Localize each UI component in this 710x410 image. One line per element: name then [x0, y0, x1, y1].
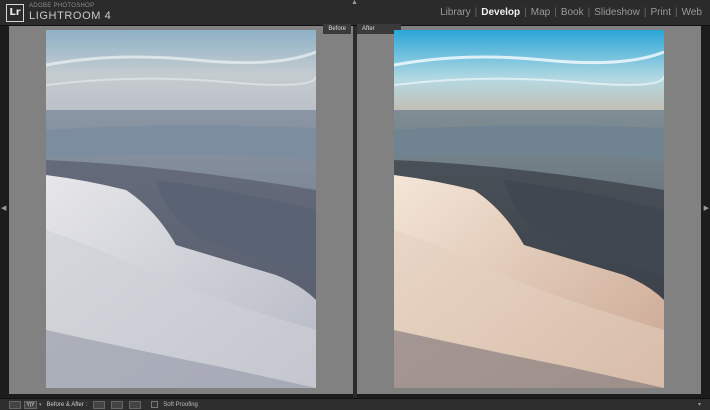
module-map[interactable]: Map — [527, 7, 554, 18]
swap-before-after-button[interactable] — [129, 400, 142, 409]
after-pane[interactable]: After — [357, 24, 701, 394]
module-picker: Library | Develop | Map | Book | Slidesh… — [436, 7, 706, 18]
top-panel-toggle-icon[interactable]: ▲ — [351, 0, 358, 6]
toolbar-menu-icon[interactable]: ▾ — [698, 401, 701, 408]
module-develop[interactable]: Develop — [477, 7, 524, 18]
soft-proofing-checkbox[interactable] — [151, 401, 159, 408]
soft-proofing-label: Soft Proofing — [163, 401, 198, 408]
copy-after-to-before-button[interactable] — [111, 400, 124, 409]
view-mode-label: Before & After : — [46, 401, 88, 408]
lightroom-logo: Lr — [6, 4, 24, 22]
bottom-toolbar: Y|Y ▾ Before & After : Soft Proofing ▾ — [0, 398, 710, 410]
before-pane[interactable]: Before — [9, 24, 353, 394]
module-web[interactable]: Web — [678, 7, 706, 18]
aerial-photo-after-image — [394, 30, 664, 388]
module-print[interactable]: Print — [646, 7, 675, 18]
module-library[interactable]: Library — [436, 7, 475, 18]
loupe-view-button[interactable] — [9, 400, 21, 409]
before-after-view-button[interactable]: Y|Y — [24, 400, 37, 409]
brand-subtitle: ADOBE PHOTOSHOP — [29, 3, 95, 9]
copy-before-to-after-button[interactable] — [93, 400, 106, 409]
brand-title: LIGHTROOM 4 — [29, 10, 112, 22]
right-panel-toggle-icon[interactable]: ▶ — [704, 204, 709, 212]
module-slideshow[interactable]: Slideshow — [590, 7, 644, 18]
left-panel-toggle-icon[interactable]: ◀ — [1, 204, 6, 212]
before-label: Before — [323, 24, 351, 34]
before-photo[interactable] — [46, 30, 316, 388]
aerial-photo-before-image — [46, 30, 316, 388]
before-after-view: ◀ ▶ Before After — [0, 24, 710, 398]
after-photo[interactable] — [394, 30, 664, 388]
module-book[interactable]: Book — [557, 7, 588, 18]
identity-plate: Lr ADOBE PHOTOSHOP LIGHTROOM 4 ▲ Library… — [0, 0, 710, 26]
view-mode-dropdown-icon[interactable]: ▾ — [39, 402, 42, 408]
